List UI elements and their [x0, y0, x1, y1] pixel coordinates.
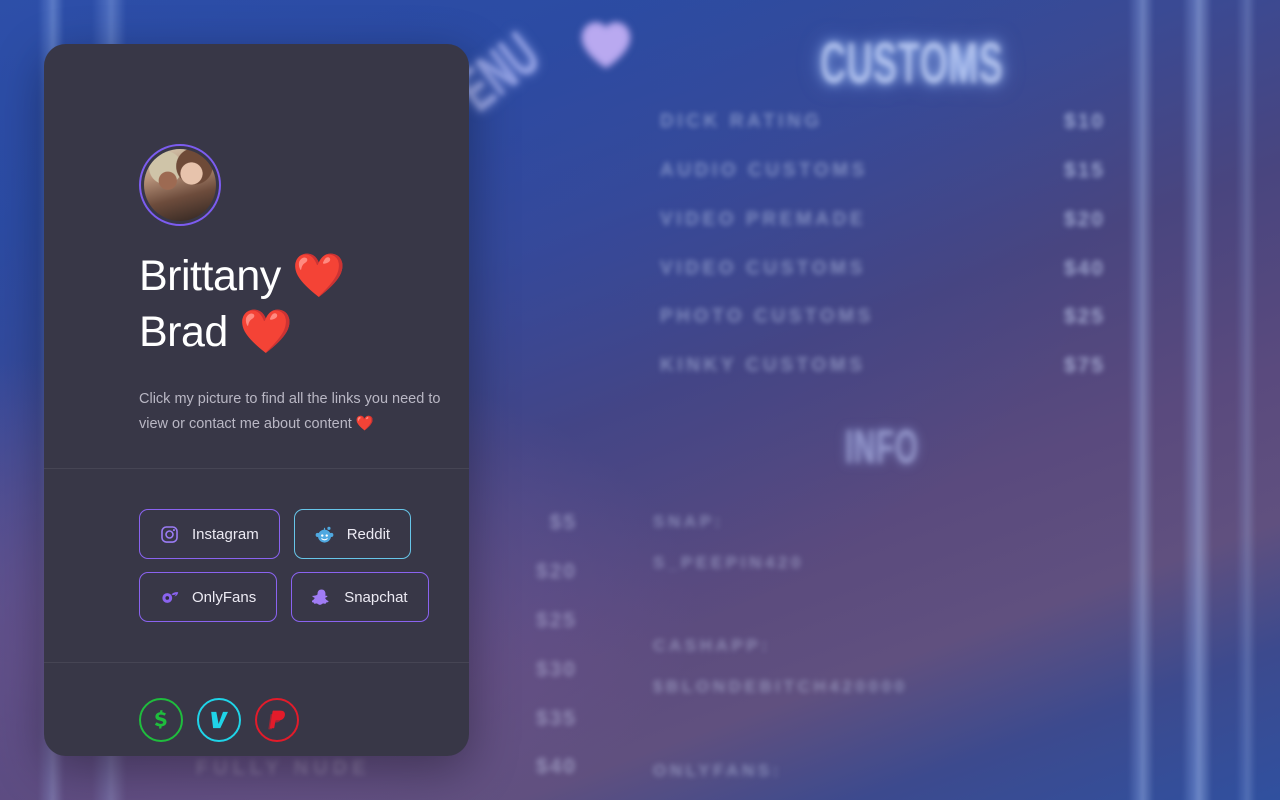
link-button-instagram[interactable]: Instagram — [139, 509, 280, 559]
snapchat-icon — [312, 588, 331, 607]
link-button-label: Instagram — [192, 525, 259, 543]
payment-icon-list — [139, 698, 299, 742]
link-button-list: Instagram Reddit OnlyFans Snapchat — [139, 509, 459, 622]
link-button-reddit[interactable]: Reddit — [293, 509, 412, 559]
left-price-item: $35 — [535, 707, 577, 730]
reddit-icon — [315, 525, 334, 544]
left-price-item: $5 — [549, 511, 577, 534]
instagram-icon — [160, 525, 179, 544]
customs-item-label: DICK RATING — [660, 111, 823, 132]
left-price-item: $20 — [535, 560, 577, 583]
paypal-icon — [265, 708, 289, 732]
fully-nude-label: FULLY NUDE — [196, 757, 371, 779]
payment-button-cashapp[interactable] — [139, 698, 183, 742]
avatar-photo — [144, 149, 216, 221]
info-line: S_PEEPIN420 — [653, 553, 805, 572]
page-title: Brittany ❤️ Brad ❤️ — [139, 248, 469, 360]
customs-item-price: $40 — [1063, 257, 1105, 280]
customs-item-label: VIDEO PREMADE — [660, 209, 867, 230]
purple-heart-icon — [578, 18, 634, 70]
avatar[interactable] — [139, 144, 221, 226]
profile-tagline: Click my picture to find all the links y… — [139, 391, 441, 432]
customs-item-label: AUDIO CUSTOMS — [660, 160, 868, 181]
divider-top — [44, 468, 469, 469]
link-button-label: Reddit — [346, 525, 391, 543]
customs-heading: CUSTOMS — [820, 31, 1004, 96]
customs-item-price: $10 — [1063, 110, 1105, 133]
onlyfans-icon — [160, 588, 179, 607]
venmo-icon — [207, 708, 231, 732]
customs-item-label: PHOTO CUSTOMS — [660, 306, 874, 327]
info-heading: INFO — [845, 421, 919, 474]
info-line: ONLYFANS: — [653, 761, 783, 780]
link-button-snapchat[interactable]: Snapchat — [291, 572, 429, 622]
customs-item-price: $20 — [1063, 208, 1105, 231]
customs-item-label: KINKY CUSTOMS — [660, 355, 866, 376]
divider-bottom — [44, 662, 469, 663]
info-line: SNAP: — [653, 512, 724, 531]
customs-item-price: $75 — [1063, 354, 1105, 377]
left-price-item: $40 — [535, 755, 577, 778]
profile-name-line2: Brad ❤️ — [139, 308, 293, 356]
info-line: $BLONDEBITCH420000 — [653, 677, 908, 696]
customs-item-price: $25 — [1063, 305, 1105, 328]
payment-button-venmo[interactable] — [197, 698, 241, 742]
cashapp-icon — [149, 708, 173, 732]
link-button-onlyfans[interactable]: OnlyFans — [139, 572, 278, 622]
payment-button-paypal[interactable] — [255, 698, 299, 742]
link-button-label: Snapchat — [344, 588, 408, 606]
link-button-label: OnlyFans — [192, 588, 257, 606]
profile-name-line1: Brittany ❤️ — [139, 252, 346, 300]
customs-item-label: VIDEO CUSTOMS — [660, 258, 866, 279]
left-price-item: $30 — [535, 658, 577, 681]
customs-item-price: $15 — [1063, 159, 1105, 182]
left-price-item: $25 — [535, 609, 577, 632]
info-line: CASHAPP: — [653, 636, 771, 655]
profile-card: Brittany ❤️ Brad ❤️ Click my picture to … — [44, 44, 469, 756]
